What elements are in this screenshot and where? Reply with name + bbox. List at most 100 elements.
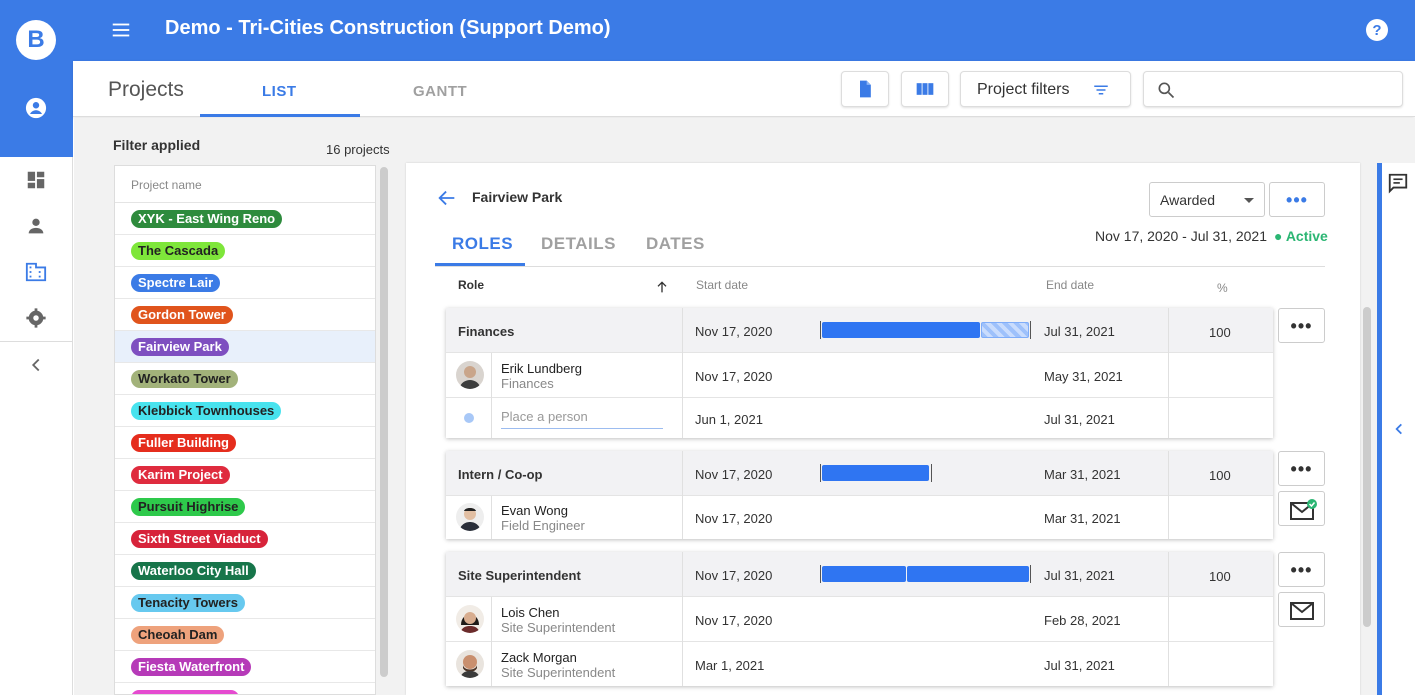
project-date-range: Nov 17, 2020 - Jul 31, 2021 xyxy=(1095,228,1268,244)
list-item[interactable]: Workato Tower xyxy=(115,363,375,395)
tab-details[interactable]: DETAILS xyxy=(541,234,616,254)
list-item[interactable]: Tenacity Towers xyxy=(115,587,375,619)
list-item[interactable]: Spectre Lair xyxy=(115,267,375,299)
role-group-intern: Intern / Co-op Nov 17, 2020 Mar 31, 2021… xyxy=(446,451,1273,539)
role-group-site-superintendent: Site Superintendent Nov 17, 2020 Jul 31,… xyxy=(446,552,1273,686)
columns-button[interactable] xyxy=(901,71,949,107)
start-date-column-header[interactable]: Start date xyxy=(696,278,748,292)
back-arrow-icon[interactable] xyxy=(436,187,458,209)
role-more-button[interactable]: ••• xyxy=(1278,552,1325,587)
project-chip: Klebbick Townhouses xyxy=(131,402,282,420)
role-row[interactable]: Intern / Co-op Nov 17, 2020 Mar 31, 2021… xyxy=(446,451,1273,496)
person-title: Finances xyxy=(501,376,554,391)
app-logo[interactable]: B xyxy=(16,20,56,60)
timeline-start-tick xyxy=(820,565,821,583)
timeline-bar-segment xyxy=(907,566,1029,582)
person-row[interactable]: Zack Morgan Site Superintendent Mar 1, 2… xyxy=(446,642,1273,686)
column-divider xyxy=(1168,308,1169,438)
dashboard-icon[interactable] xyxy=(25,169,47,191)
unassigned-dot xyxy=(464,413,474,423)
report-button[interactable] xyxy=(841,71,889,107)
search-input[interactable] xyxy=(1143,71,1403,107)
list-item[interactable]: Fuller Building xyxy=(115,427,375,459)
list-item[interactable]: Klebbick Townhouses xyxy=(115,395,375,427)
person-row[interactable]: Erik Lundberg Finances Nov 17, 2020 May … xyxy=(446,353,1273,398)
timeline-end-tick xyxy=(1030,565,1031,583)
filter-icon xyxy=(1094,85,1108,95)
more-horizontal-icon: ••• xyxy=(1290,559,1313,580)
filter-applied-label: Filter applied xyxy=(113,137,201,153)
column-divider xyxy=(1168,451,1169,539)
end-date-column-header[interactable]: End date xyxy=(1046,278,1094,292)
person-row[interactable]: Lois Chen Site Superintendent Nov 17, 20… xyxy=(446,597,1273,642)
percent-column-header[interactable]: % xyxy=(1217,281,1228,295)
person-row-empty[interactable]: Place a person Jun 1, 2021 Jul 31, 2021 xyxy=(446,398,1273,438)
list-item[interactable]: Karim Project xyxy=(115,459,375,491)
sort-ascending-icon[interactable] xyxy=(654,279,670,295)
business-icon[interactable] xyxy=(25,261,47,283)
project-list-scrollbar[interactable] xyxy=(380,167,388,677)
project-more-button[interactable]: ••• xyxy=(1269,182,1325,217)
role-start-date: Nov 17, 2020 xyxy=(695,467,773,482)
list-item[interactable] xyxy=(115,683,375,694)
status-badge: ● Active xyxy=(1274,228,1328,244)
list-item[interactable]: XYK - East Wing Reno xyxy=(115,203,375,235)
settings-icon[interactable] xyxy=(25,307,47,329)
role-end-date: Jul 31, 2021 xyxy=(1044,324,1115,339)
role-more-button[interactable]: ••• xyxy=(1278,308,1325,343)
comment-icon[interactable] xyxy=(1387,172,1409,194)
person-icon[interactable] xyxy=(25,215,47,237)
person-row[interactable]: Evan Wong Field Engineer Nov 17, 2020 Ma… xyxy=(446,496,1273,539)
tab-roles[interactable]: ROLES xyxy=(452,234,513,254)
more-horizontal-icon: ••• xyxy=(1290,315,1313,336)
person-title: Field Engineer xyxy=(501,518,585,533)
column-divider xyxy=(1168,552,1169,686)
timeline-end-tick xyxy=(1030,321,1031,339)
project-name-header[interactable]: Project name xyxy=(115,166,375,203)
status-value: Awarded xyxy=(1160,192,1216,208)
person-start-date: Nov 17, 2020 xyxy=(695,369,773,384)
list-item[interactable]: Fiesta Waterfront xyxy=(115,651,375,683)
tab-list[interactable]: LIST xyxy=(262,83,297,100)
column-divider xyxy=(491,597,492,686)
column-divider xyxy=(682,451,683,539)
detail-scrollbar[interactable] xyxy=(1363,307,1371,627)
project-chip: Gordon Tower xyxy=(131,306,233,324)
role-name: Site Superintendent xyxy=(458,568,581,583)
role-column-header[interactable]: Role xyxy=(458,278,484,292)
list-item[interactable]: Waterloo City Hall xyxy=(115,555,375,587)
list-item[interactable]: The Cascada xyxy=(115,235,375,267)
role-timeline xyxy=(820,321,1031,339)
role-more-button[interactable]: ••• xyxy=(1278,451,1325,486)
email-sent-button[interactable] xyxy=(1278,491,1325,526)
project-chip: Pursuit Highrise xyxy=(131,498,246,516)
tab-dates[interactable]: DATES xyxy=(646,234,705,254)
collapse-chevron-icon[interactable] xyxy=(25,354,47,376)
role-row[interactable]: Site Superintendent Nov 17, 2020 Jul 31,… xyxy=(446,552,1273,597)
mail-check-icon xyxy=(1290,499,1317,520)
tab-gantt[interactable]: GANTT xyxy=(413,83,467,100)
list-item[interactable]: Sixth Street Viaduct xyxy=(115,523,375,555)
help-icon[interactable]: ? xyxy=(1365,18,1389,42)
list-item[interactable]: Pursuit Highrise xyxy=(115,491,375,523)
list-item[interactable]: Fairview Park xyxy=(115,331,375,363)
list-item[interactable]: Gordon Tower xyxy=(115,299,375,331)
person-start-date: Nov 17, 2020 xyxy=(695,613,773,628)
email-button[interactable] xyxy=(1278,592,1325,627)
place-person-input[interactable]: Place a person xyxy=(501,405,663,429)
column-divider xyxy=(491,353,492,438)
project-filters-button[interactable]: Project filters xyxy=(960,71,1131,107)
role-name: Finances xyxy=(458,324,515,339)
person-end-date: Mar 31, 2021 xyxy=(1044,511,1121,526)
person-start-date: Mar 1, 2021 xyxy=(695,658,765,673)
account-icon[interactable] xyxy=(25,97,47,119)
role-timeline xyxy=(820,464,932,482)
menu-icon[interactable] xyxy=(110,19,132,41)
project-chip: Tenacity Towers xyxy=(131,594,245,612)
person-end-date: Jul 31, 2021 xyxy=(1044,658,1115,673)
status-select[interactable]: Awarded xyxy=(1149,182,1265,217)
chevron-down-icon xyxy=(1244,198,1254,203)
list-item[interactable]: Cheoah Dam xyxy=(115,619,375,651)
expand-chevron-left-icon[interactable] xyxy=(1392,421,1406,437)
role-row[interactable]: Finances Nov 17, 2020 Jul 31, 2021 100 xyxy=(446,308,1273,353)
